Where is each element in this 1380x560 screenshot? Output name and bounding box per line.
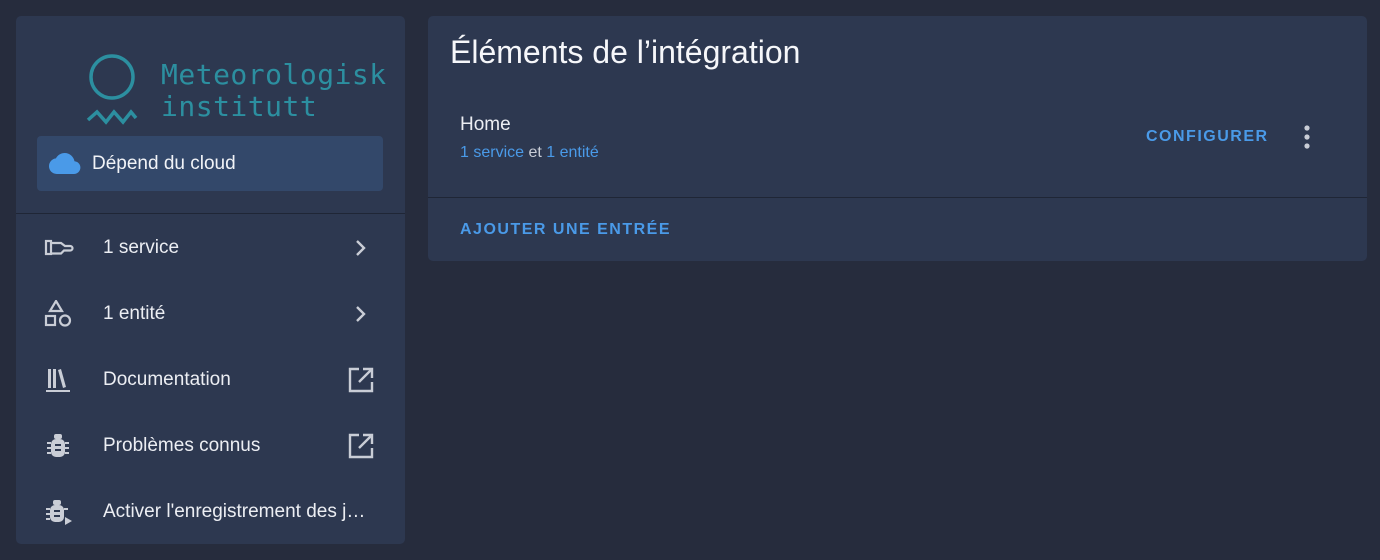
logo-line-2: institutt (161, 90, 318, 123)
conjunction-text: et (528, 144, 542, 161)
service-icon (44, 239, 74, 256)
sidebar-item-label: Problèmes connus (103, 435, 261, 456)
sidebar-item-documentation[interactable]: Documentation (16, 347, 405, 413)
sidebar-item-known-issues[interactable]: Problèmes connus (16, 413, 405, 479)
cloud-icon (49, 153, 81, 174)
chevron-right-icon (356, 240, 366, 256)
sidebar-item-label: Activer l'enregistrement des journaux de… (103, 501, 373, 522)
entry-summary: 1 service et 1 entité (460, 144, 599, 162)
page-title: Éléments de l’intégration (450, 34, 801, 70)
services-link[interactable]: 1 service (460, 144, 524, 161)
bug-icon (47, 434, 69, 457)
sidebar-divider (16, 213, 405, 214)
sidebar-item-label: Documentation (103, 369, 231, 390)
bug-play-icon (46, 500, 72, 525)
entry-title: Home (460, 114, 511, 135)
met-logo: Meteorologisk institutt (86, 54, 386, 134)
integration-entries-card: Éléments de l’intégration Home 1 service… (428, 16, 1367, 261)
met-logo-icon (86, 54, 138, 125)
sidebar-item-enable-debug-logging[interactable]: Activer l'enregistrement des journaux de… (16, 479, 405, 544)
chevron-right-icon (356, 306, 366, 322)
sidebar-item-label: 1 entité (103, 303, 166, 324)
open-in-new-icon (348, 367, 374, 393)
integration-info-card: Meteorologisk institutt Dépend du cloud … (16, 16, 405, 544)
met-logo-text: Meteorologisk institutt (161, 59, 387, 123)
logo-line-1: Meteorologisk (161, 58, 387, 91)
add-entry-button[interactable]: AJOUTER UNE ENTRÉE (460, 221, 671, 239)
card-divider (428, 197, 1367, 198)
cloud-dependency-badge: Dépend du cloud (37, 136, 383, 191)
open-in-new-icon (348, 433, 374, 459)
bookshelf-icon (46, 369, 70, 392)
dots-vertical-icon[interactable] (1294, 122, 1320, 152)
sidebar-item-label: 1 service (103, 237, 180, 258)
shapes-icon (44, 300, 72, 327)
sidebar-item-services[interactable]: 1 service (16, 215, 405, 281)
cloud-badge-label: Dépend du cloud (92, 153, 236, 174)
sidebar-item-entities[interactable]: 1 entité (16, 281, 405, 347)
entities-link[interactable]: 1 entité (546, 144, 598, 161)
configure-button[interactable]: CONFIGURER (1146, 128, 1269, 146)
